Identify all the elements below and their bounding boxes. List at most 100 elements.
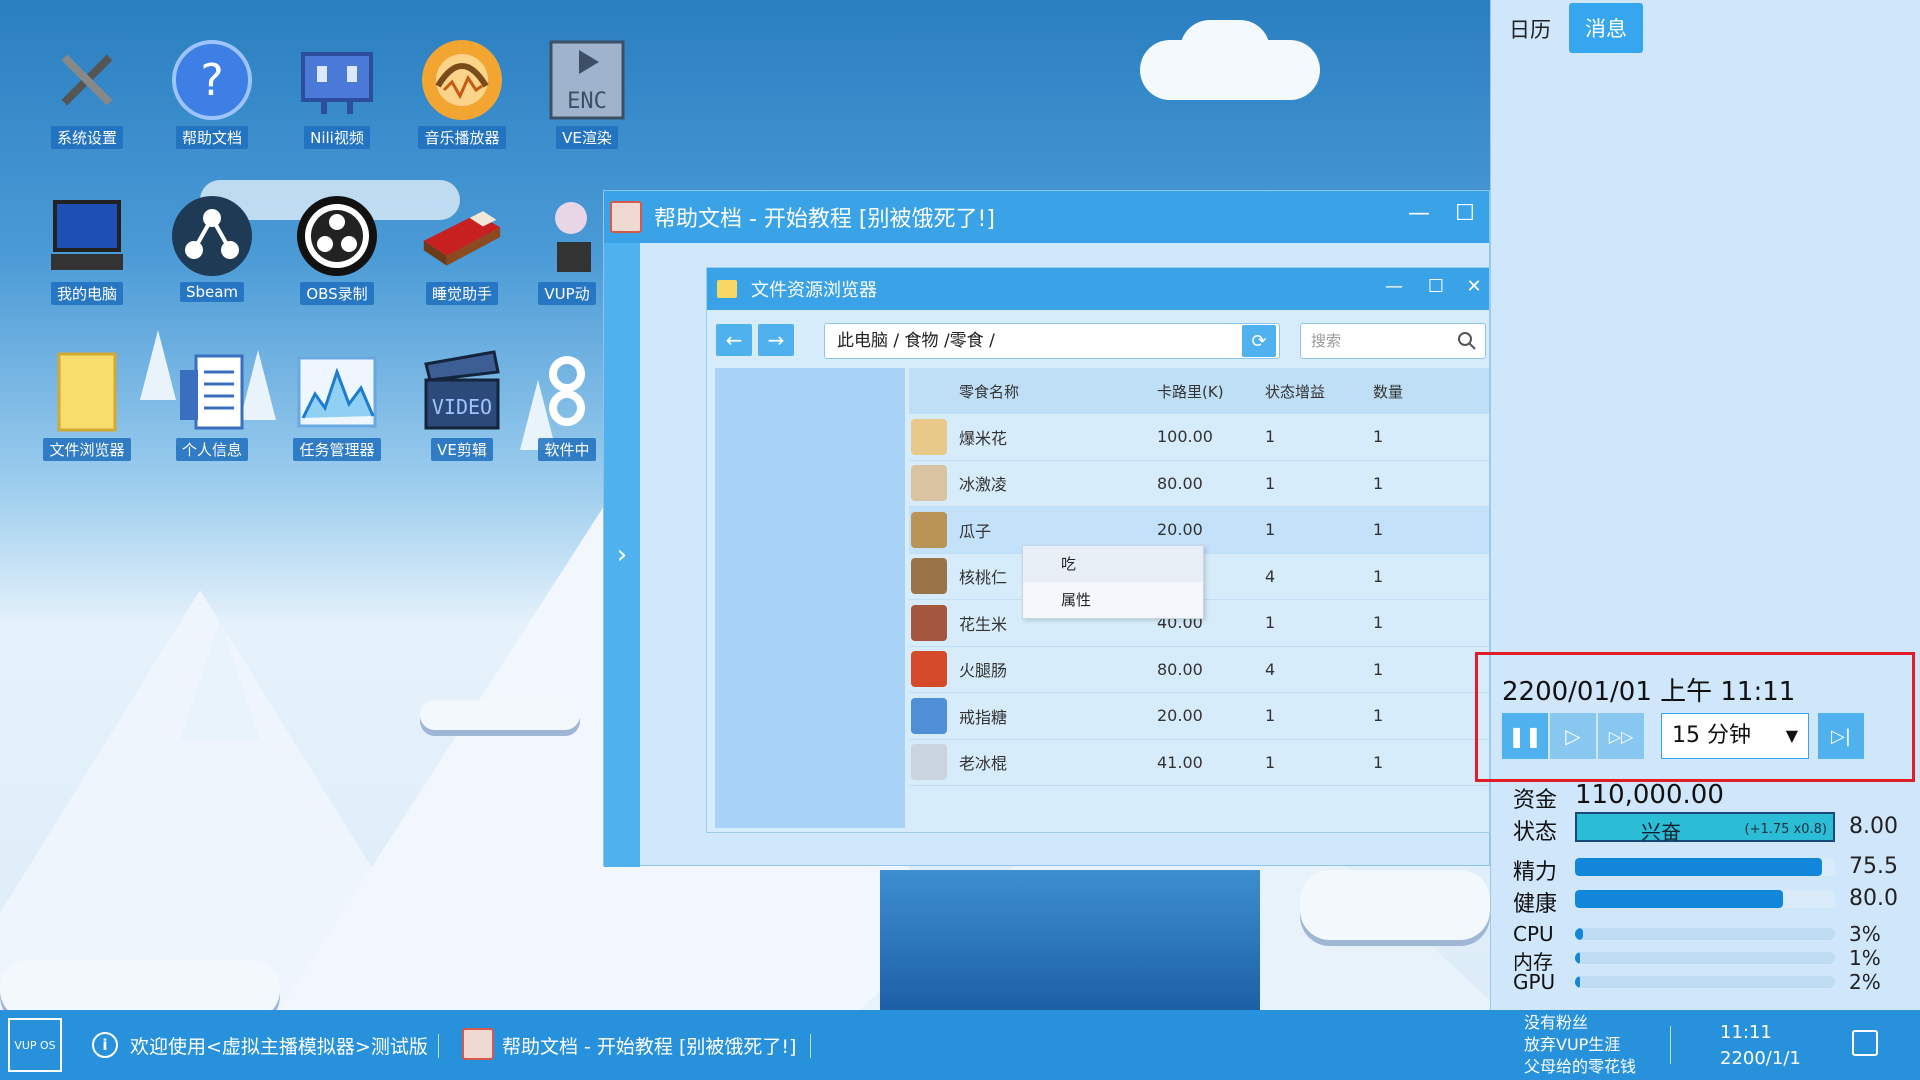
- fast-forward-button[interactable]: ▷▷: [1598, 713, 1644, 759]
- tab-messages[interactable]: 消息: [1569, 3, 1643, 53]
- pause-button[interactable]: ❚❚: [1502, 713, 1548, 759]
- header-name[interactable]: 零食名称: [951, 381, 1149, 402]
- time-control-box: 2200/01/01 上午 11:11 ❚❚ ▷ ▷▷ 15 分钟 ▼ ▷|: [1475, 652, 1915, 782]
- info-icon[interactable]: i: [92, 1032, 118, 1058]
- snack-quantity: 1: [1373, 473, 1384, 493]
- food-icon: [911, 465, 947, 502]
- header-calories[interactable]: 卡路里(K): [1149, 381, 1257, 402]
- explorer-maximize-button[interactable]: ☐: [1421, 276, 1451, 297]
- snack-quantity: 1: [1373, 427, 1384, 447]
- chevron-down-icon: ▼: [1785, 726, 1798, 745]
- help-window-titlebar[interactable]: 帮助文档 - 开始教程 [别被饿死了!] — ☐: [604, 191, 1489, 243]
- context-menu-eat[interactable]: 吃: [1023, 546, 1203, 582]
- table-row[interactable]: 老冰棍 41.00 1 1: [909, 740, 1489, 786]
- snack-quantity: 1: [1373, 706, 1384, 726]
- desktop-icon-music-player[interactable]: 音乐播放器: [407, 38, 517, 149]
- desktop-icon-ve-render[interactable]: ENC VE渲染: [532, 38, 642, 149]
- skip-button[interactable]: ▷|: [1818, 713, 1864, 759]
- desktop-icon-vup[interactable]: VUP动: [532, 194, 602, 305]
- desktop-icon-profile[interactable]: 个人信息: [157, 350, 267, 461]
- taskbar-clock[interactable]: 11:11 2200/1/1: [1720, 1020, 1801, 1072]
- help-side-toggle-button[interactable]: ›: [604, 243, 640, 867]
- snack-quantity: 1: [1373, 613, 1384, 633]
- desktop-icon-file-browser[interactable]: 文件浏览器: [32, 350, 142, 461]
- snack-name: 瓜子: [959, 521, 992, 541]
- taskbar: VUP OS i 欢迎使用<虚拟主播模拟器>测试版 帮助文档 - 开始教程 [别…: [0, 1010, 1920, 1080]
- desktop-icon-task-manager[interactable]: 任务管理器: [282, 350, 392, 461]
- computer-icon: [45, 194, 129, 278]
- table-header: 零食名称 卡路里(K) 状态增益 数量: [909, 368, 1489, 414]
- table-cell-icon: [909, 465, 951, 502]
- desktop-icon-ve-edit[interactable]: VIDEO VE剪辑: [407, 350, 517, 461]
- cpu-bar: [1575, 928, 1835, 940]
- welcome-text: 欢迎使用<虚拟主播模拟器>测试版: [130, 1036, 428, 1058]
- taskbar-separator: [810, 1034, 811, 1058]
- sim-clock: 2200/01/01 上午 11:11: [1502, 677, 1796, 707]
- food-icon: [911, 604, 947, 641]
- snack-calories: 100.00: [1157, 427, 1213, 447]
- fans-line: 父母给的零花钱: [1524, 1057, 1637, 1076]
- table-cell-icon: [909, 697, 951, 734]
- mood-delta: (+1.75 x0.8): [1744, 822, 1827, 837]
- table-cell-icon: [909, 558, 951, 595]
- fans-status[interactable]: 没有粉丝 放弃VUP生涯 父母给的零花钱: [1524, 1012, 1636, 1078]
- forward-button[interactable]: →: [758, 324, 794, 356]
- help-window-title: 帮助文档 - 开始教程 [别被饿死了!]: [654, 207, 995, 232]
- speed-value: 15 分钟: [1672, 723, 1751, 748]
- right-side-panel: 日历 消息 2200/01/01 上午 11:11 ❚❚ ▷ ▷▷ 15 分钟 …: [1475, 0, 1920, 1010]
- tab-calendar[interactable]: 日历: [1509, 14, 1551, 44]
- back-button[interactable]: ←: [716, 324, 752, 356]
- header-quantity[interactable]: 数量: [1365, 381, 1455, 402]
- snack-calories: 80.00: [1157, 659, 1203, 679]
- svg-text:VIDEO: VIDEO: [432, 395, 492, 419]
- explorer-close-button[interactable]: ✕: [1459, 276, 1489, 297]
- start-button[interactable]: VUP OS: [8, 1018, 62, 1072]
- snack-calories: 80.00: [1157, 473, 1203, 493]
- context-menu-properties[interactable]: 属性: [1023, 582, 1203, 618]
- desktop-icon-sbeam[interactable]: Sbeam: [157, 194, 267, 302]
- help-minimize-button[interactable]: —: [1404, 201, 1434, 226]
- taskbar-item-help-doc[interactable]: 帮助文档 - 开始教程 [别被饿死了!]: [502, 1032, 796, 1059]
- snack-quantity: 1: [1373, 520, 1384, 540]
- table-row[interactable]: 冰激凌 80.00 1 1: [909, 461, 1489, 507]
- taskbar-date: 2200/1/1: [1720, 1048, 1801, 1069]
- desktop-icon-software-center[interactable]: 软件中: [532, 350, 602, 461]
- desktop-icon-settings[interactable]: 系统设置: [32, 38, 142, 149]
- table-row[interactable]: 火腿肠 80.00 4 1: [909, 647, 1489, 693]
- food-icon: [911, 744, 947, 781]
- search-input[interactable]: 搜索: [1300, 323, 1486, 359]
- desktop-icon-nili-video[interactable]: Nili视频: [282, 38, 392, 149]
- search-icon[interactable]: [1457, 331, 1477, 351]
- taskbar-time: 11:11: [1720, 1022, 1772, 1043]
- cpu-label: CPU: [1513, 922, 1554, 946]
- desktop-icon-help[interactable]: ? 帮助文档: [157, 38, 267, 149]
- desktop-icon-my-computer[interactable]: 我的电脑: [32, 194, 142, 305]
- explorer-minimize-button[interactable]: —: [1379, 276, 1409, 297]
- explorer-titlebar[interactable]: 文件资源浏览器 — ☐ ✕: [707, 268, 1489, 310]
- food-icon: [911, 697, 947, 734]
- help-maximize-button[interactable]: ☐: [1450, 201, 1480, 226]
- taskbar-separator: [438, 1034, 439, 1058]
- refresh-button[interactable]: ⟳: [1242, 325, 1276, 357]
- snack-buff: 1: [1265, 752, 1276, 772]
- snack-buff: 1: [1265, 706, 1276, 726]
- svg-text:ENC: ENC: [567, 89, 607, 114]
- table-row[interactable]: 戒指糖 20.00 1 1: [909, 693, 1489, 740]
- table-row[interactable]: 爆米花 100.00 1 1: [909, 414, 1489, 461]
- memory-value: 1%: [1849, 946, 1881, 970]
- desktop-icon-obs[interactable]: OBS录制: [282, 194, 392, 305]
- context-menu: 吃 属性: [1022, 545, 1204, 619]
- explorer-sidebar[interactable]: [715, 368, 905, 828]
- cpu-value: 3%: [1849, 922, 1881, 946]
- speed-select[interactable]: 15 分钟 ▼: [1661, 713, 1809, 759]
- play-button[interactable]: ▷: [1550, 713, 1596, 759]
- mood-text: 兴奋: [1641, 820, 1681, 844]
- snack-buff: 1: [1265, 473, 1276, 493]
- header-buff[interactable]: 状态增益: [1257, 381, 1365, 402]
- notification-icon[interactable]: [1852, 1030, 1878, 1056]
- desktop-icon-sleep-helper[interactable]: 睡觉助手: [407, 194, 517, 305]
- address-bar[interactable]: 此电脑 / 食物 /零食 /: [824, 323, 1280, 359]
- clapper-icon: VIDEO: [420, 350, 504, 434]
- table-cell-icon: [909, 744, 951, 781]
- table-cell-icon: [909, 604, 951, 641]
